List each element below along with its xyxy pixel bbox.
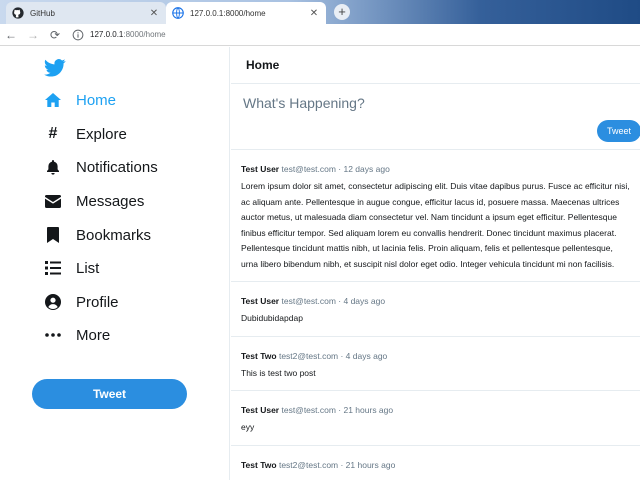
list-item[interactable]: Test User test@test.com · 4 days ago Dub… — [231, 282, 640, 337]
post-author[interactable]: Test User — [241, 296, 279, 306]
sidebar-item-label: Messages — [76, 192, 145, 210]
browser-toolbar: ← → ⟳ 127.0.0.1:8000/home — [0, 24, 640, 46]
sidebar-item-label: Explore — [76, 125, 127, 143]
sidebar-item-list[interactable]: List — [44, 255, 99, 281]
post-handle-time: test2@test.com · 4 days ago — [278, 350, 388, 361]
sidebar-item-bookmarks[interactable]: Bookmarks — [44, 222, 151, 248]
post-meta: Test Two test2@test.com · 21 hours ago — [241, 459, 630, 471]
post-meta: Test User test@test.com · 4 days ago — [241, 295, 630, 307]
main-feed: Home Tweet Test User test@test.com · 12 … — [231, 47, 640, 480]
bell-icon — [44, 158, 62, 176]
sidebar-item-label: Notifications — [76, 158, 158, 176]
list-item[interactable]: Test Two test2@test.com · 21 hours ago — [231, 446, 640, 480]
bookmark-icon — [44, 226, 62, 244]
post-meta: Test Two test2@test.com · 4 days ago — [241, 350, 630, 362]
url-path: :8000/home — [123, 30, 166, 39]
sidebar-item-label: More — [76, 326, 111, 344]
post-text: This is test two post — [241, 367, 316, 378]
list-item[interactable]: Test Two test2@test.com · 4 days ago Thi… — [231, 337, 640, 391]
post-meta: Test User test@test.com · 12 days ago — [241, 163, 630, 175]
sidebar-tweet-button[interactable]: Tweet — [32, 379, 187, 409]
post-handle-time: test@test.com · 21 hours ago — [281, 405, 394, 415]
envelope-icon — [44, 192, 62, 210]
github-icon — [12, 7, 24, 19]
compose-tweet-button[interactable]: Tweet — [597, 120, 640, 142]
more-dots-icon — [44, 326, 62, 344]
close-icon[interactable]: ✕ — [308, 8, 320, 19]
url-host: 127.0.0.1 — [90, 30, 124, 39]
list-icon — [44, 259, 62, 277]
tab-title: 127.0.0.1:8000/home — [190, 8, 266, 18]
twitter-bird-icon[interactable] — [44, 59, 66, 77]
home-icon — [44, 91, 62, 109]
new-tab-button[interactable]: + — [334, 4, 350, 20]
tab-home[interactable]: 127.0.0.1:8000/home ✕ — [166, 2, 326, 24]
tab-title: GitHub — [30, 8, 55, 18]
page-title: Home — [231, 47, 640, 84]
post-author[interactable]: Test User — [241, 405, 279, 415]
hashtag-icon: # — [48, 125, 58, 142]
close-icon[interactable]: ✕ — [148, 8, 160, 19]
browser-tab-strip: GitHub ✕ 127.0.0.1:8000/home ✕ + — [0, 0, 640, 24]
sidebar-item-more[interactable]: More — [44, 322, 110, 348]
list-item[interactable]: Test User test@test.com · 12 days ago Lo… — [231, 150, 640, 282]
sidebar-item-notifications[interactable]: Notifications — [44, 154, 158, 180]
post-text: Dubidubidapdap — [241, 313, 303, 323]
page-icon — [172, 7, 184, 19]
post-handle-time: test2@test.com · 21 hours ago — [278, 459, 396, 470]
sidebar-item-label: Profile — [76, 293, 119, 311]
compose-box — [231, 84, 640, 150]
forward-arrow-icon[interactable]: → — [22, 24, 44, 46]
post-author[interactable]: Test User — [241, 164, 279, 174]
sidebar-item-label: List — [76, 259, 100, 277]
post-handle-time: test@test.com · 12 days ago — [281, 164, 390, 174]
post-handle-time: test@test.com · 4 days ago — [281, 296, 386, 306]
back-arrow-icon[interactable]: ← — [0, 24, 22, 46]
post-author[interactable]: Test Two — [241, 351, 277, 361]
sidebar-item-label: Bookmarks — [76, 226, 152, 244]
sidebar-item-profile[interactable]: Profile — [44, 289, 119, 315]
address-bar[interactable]: 127.0.0.1:8000/home — [72, 26, 166, 44]
post-meta: Test User test@test.com · 21 hours ago — [241, 404, 630, 416]
compose-input[interactable] — [243, 91, 623, 115]
user-circle-icon — [44, 293, 62, 311]
sidebar-item-messages[interactable]: Messages — [44, 188, 144, 214]
post-author[interactable]: Test Two — [241, 460, 277, 470]
tab-github[interactable]: GitHub ✕ — [6, 2, 166, 24]
app: Home # Explore Notifications Messages Bo… — [0, 47, 640, 480]
info-icon — [72, 29, 84, 40]
sidebar-item-label: Home — [76, 91, 117, 109]
sidebar-item-explore[interactable]: # Explore — [44, 121, 127, 147]
sidebar-item-home[interactable]: Home — [44, 87, 116, 113]
post-text: Lorem ipsum dolor sit amet, consectetur … — [241, 181, 630, 269]
list-item[interactable]: Test User test@test.com · 21 hours ago e… — [231, 391, 640, 446]
reload-icon[interactable]: ⟳ — [44, 24, 66, 46]
post-text: eyy — [241, 422, 255, 432]
sidebar: Home # Explore Notifications Messages Bo… — [0, 47, 230, 480]
